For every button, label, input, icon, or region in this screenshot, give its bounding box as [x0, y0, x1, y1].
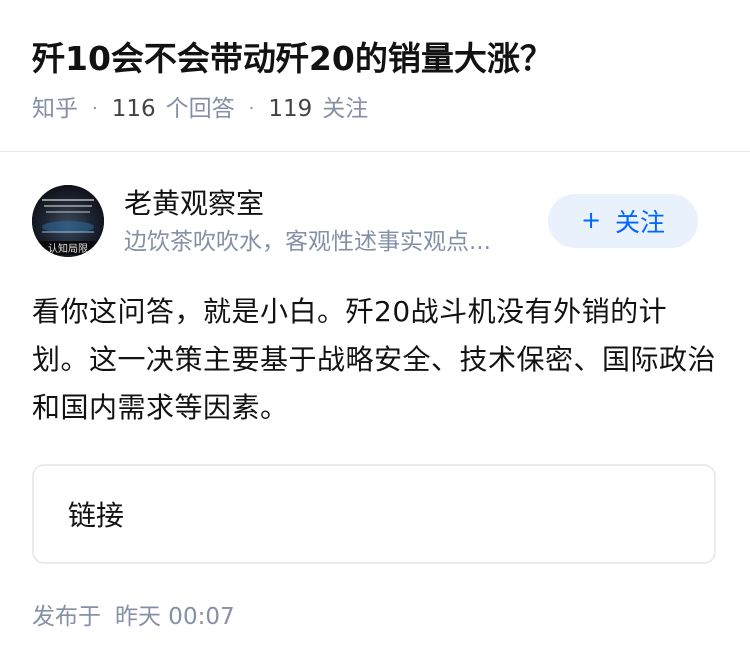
answer-content: 看你这问答，就是小白。歼20战斗机没有外销的计划。这一决策主要基于战略安全、技术…	[32, 295, 717, 424]
header-divider	[0, 151, 750, 152]
avatar-caption: 认知局限	[48, 242, 88, 255]
question-meta: 知乎 · 116 个回答 · 119 关注	[32, 93, 368, 125]
plus-icon: +	[580, 206, 602, 234]
follower-count: 119	[268, 96, 313, 122]
author-name[interactable]: 老黄观察室	[124, 185, 264, 223]
avatar-image: 认知局限	[32, 185, 104, 257]
answer-count: 116	[111, 96, 156, 122]
link-card-label: 链接	[68, 499, 125, 532]
published-time: 昨天 00:07	[115, 604, 235, 630]
meta-separator: ·	[92, 98, 98, 119]
follower-count-label[interactable]: 关注	[322, 93, 368, 125]
published-label: 发布于	[32, 604, 101, 630]
question-title[interactable]: 歼10会不会带动歼20的销量大涨？	[32, 36, 553, 82]
follow-button-label: 关注	[615, 208, 666, 237]
author-avatar[interactable]: 认知局限	[32, 185, 104, 257]
link-card[interactable]: 链接	[32, 464, 716, 564]
answer-count-label[interactable]: 个回答	[166, 93, 235, 125]
follow-button[interactable]: + 关注	[548, 194, 698, 248]
meta-separator: ·	[248, 98, 255, 119]
answer-page: 歼10会不会带动歼20的销量大涨？ 知乎 · 116 个回答 · 119 关注	[0, 0, 750, 668]
author-bio: 边饮茶吹吹水，客观性述事实观点...	[124, 229, 491, 255]
source-label[interactable]: 知乎	[32, 93, 78, 125]
publish-info: 发布于 昨天 00:07	[32, 601, 235, 633]
